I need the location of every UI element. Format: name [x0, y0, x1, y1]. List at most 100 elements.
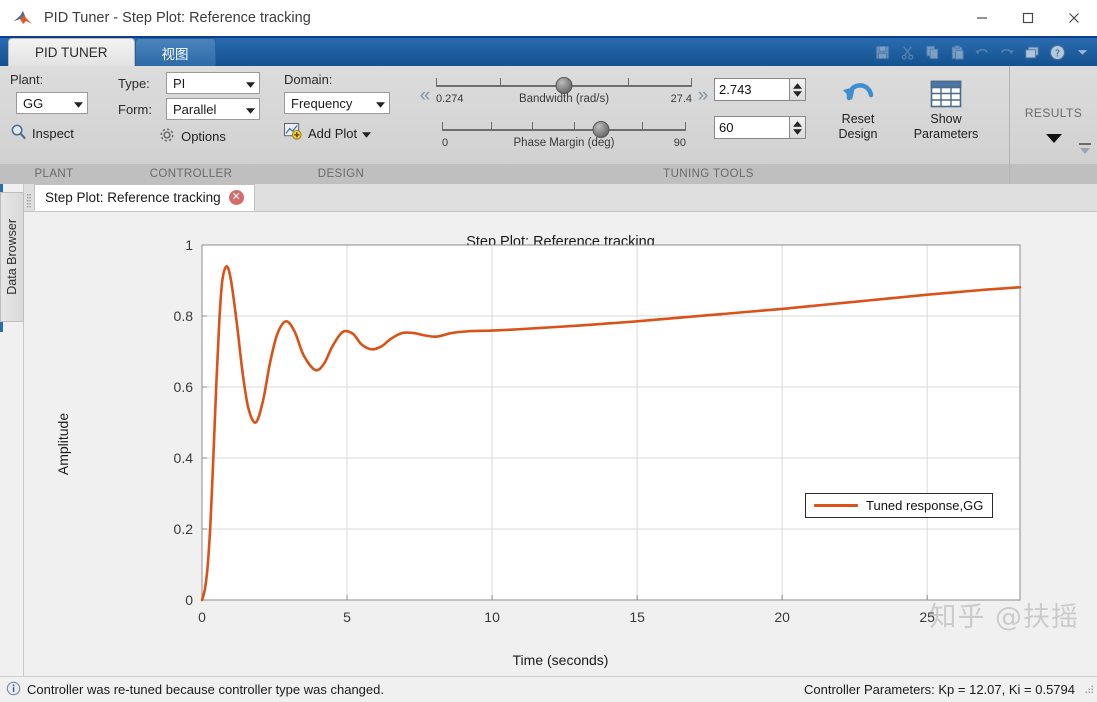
inspect-button[interactable]: Inspect: [10, 123, 100, 143]
options-button[interactable]: Options: [118, 126, 266, 147]
domain-value: Frequency: [291, 95, 353, 111]
bandwidth-caption: Bandwidth (rad/s): [518, 93, 610, 105]
step-plot: Step Plot: Reference tracking Amplitude …: [24, 212, 1097, 676]
svg-text:0.2: 0.2: [174, 521, 194, 537]
minimize-icon[interactable]: [959, 0, 1005, 36]
legend-label: Tuned response,GG: [866, 498, 984, 513]
phase-margin-slider-thumb[interactable]: [592, 121, 610, 138]
reset-design-button[interactable]: Reset Design: [820, 74, 896, 142]
document-tab-step-plot[interactable]: Step Plot: Reference tracking ✕: [34, 184, 255, 211]
add-plot-button[interactable]: Add Plot: [284, 123, 400, 143]
bandwidth-slider[interactable]: 0.274 Bandwidth (rad/s) 27.4: [436, 74, 692, 118]
controller-form-value: Parallel: [173, 101, 217, 117]
status-message-container: Controller was re-tuned because controll…: [6, 681, 384, 699]
svg-text:15: 15: [629, 609, 645, 625]
layout-icon[interactable]: [1021, 41, 1043, 63]
watermark: 知乎 @扶摇: [929, 602, 1079, 633]
bandwidth-spinner-buttons[interactable]: [789, 78, 806, 101]
chevron-down-icon: [238, 76, 255, 91]
type-label: Type:: [118, 75, 150, 91]
close-icon[interactable]: [1051, 0, 1097, 36]
ribbon-group-tuning-tools: « 0.274 Bandwidth (rad/s) 27.4 » 0 Phase…: [408, 66, 1009, 184]
phase-margin-slider[interactable]: 0 Phase Margin (deg) 90: [442, 118, 686, 158]
controller-parameters: Controller Parameters: Kp = 12.07, Ki = …: [804, 682, 1075, 697]
paste-icon[interactable]: [946, 41, 968, 63]
phase-margin-max: 90: [673, 137, 686, 149]
svg-text:?: ?: [1054, 48, 1059, 59]
data-browser-label: Data Browser: [5, 219, 19, 295]
results-title: RESULTS: [1024, 106, 1083, 120]
svg-text:0.6: 0.6: [174, 379, 194, 395]
plant-label: Plant:: [10, 72, 44, 87]
plant-select-value: GG: [23, 95, 44, 111]
matlab-membrane-icon: [8, 9, 38, 27]
main-area: Data Browser Step Plot: Reference tracki…: [0, 184, 1097, 676]
document-tab-label: Step Plot: Reference tracking: [45, 190, 221, 205]
data-browser-panel: Data Browser: [0, 184, 24, 676]
cut-icon[interactable]: [896, 41, 918, 63]
gear-icon: [158, 126, 176, 147]
add-plot-icon: [284, 123, 303, 143]
table-icon: [929, 76, 963, 112]
bandwidth-slider-row: « 0.274 Bandwidth (rad/s) 27.4 »: [414, 74, 714, 118]
decrease-bandwidth-icon[interactable]: «: [414, 85, 436, 107]
ribbon-group-plant-title: PLANT: [0, 164, 108, 184]
show-parameters-label-line2: Parameters: [913, 127, 979, 141]
bandwidth-max: 27.4: [670, 93, 692, 105]
tab-drag-grip-icon[interactable]: [24, 191, 34, 211]
title-bar: PID Tuner - Step Plot: Reference trackin…: [0, 0, 1097, 38]
ribbon-group-plant: Plant: GG Inspect PLANT: [0, 66, 108, 184]
maximize-icon[interactable]: [1005, 0, 1051, 36]
close-tab-icon[interactable]: ✕: [228, 190, 244, 205]
bandwidth-slider-thumb[interactable]: [555, 77, 573, 94]
svg-text:0.4: 0.4: [174, 450, 194, 466]
svg-text:0.8: 0.8: [174, 308, 194, 324]
document-tab-bar: Step Plot: Reference tracking ✕: [24, 184, 1097, 212]
document-area: Step Plot: Reference tracking ✕ Step Plo…: [24, 184, 1097, 676]
phase-margin-spinner-buttons[interactable]: [789, 116, 806, 139]
tab-view[interactable]: 视图: [134, 38, 216, 66]
phase-margin-caption: Phase Margin (deg): [513, 137, 615, 149]
results-dropdown-icon[interactable]: [1045, 130, 1062, 148]
svg-text:10: 10: [484, 609, 500, 625]
increase-bandwidth-icon[interactable]: »: [692, 85, 714, 107]
controller-type-select[interactable]: PI: [166, 72, 260, 94]
phase-margin-spinner[interactable]: [714, 116, 806, 139]
show-parameters-button[interactable]: Show Parameters: [904, 74, 988, 142]
status-bar: Controller was re-tuned because controll…: [0, 676, 1097, 702]
sidebar-item-data-browser[interactable]: Data Browser: [0, 192, 24, 322]
chevron-down-icon: [238, 102, 255, 117]
domain-label: Domain:: [284, 72, 333, 87]
controller-form-select[interactable]: Parallel: [166, 98, 260, 120]
phase-margin-input[interactable]: [714, 116, 789, 139]
bandwidth-spinner[interactable]: [714, 78, 806, 101]
plant-select[interactable]: GG: [16, 92, 88, 114]
form-label: Form:: [118, 101, 152, 117]
svg-text:1: 1: [185, 237, 193, 253]
help-icon[interactable]: ?: [1046, 41, 1068, 63]
bandwidth-input[interactable]: [714, 78, 789, 101]
plot-legend[interactable]: Tuned response,GG: [805, 493, 994, 518]
chevron-down-icon: [362, 126, 372, 141]
resize-grip-icon[interactable]: [1083, 682, 1095, 700]
ribbon: Plant: GG Inspect PLANT Type: PI Form: P…: [0, 66, 1097, 184]
plot-container: Step Plot: Reference tracking Amplitude …: [24, 212, 1097, 676]
undo-icon[interactable]: [971, 41, 993, 63]
ribbon-group-controller: Type: PI Form: Parallel Options CONTROLL…: [108, 66, 274, 184]
svg-text:0: 0: [198, 609, 206, 625]
tab-pid-tuner[interactable]: PID TUNER: [8, 38, 135, 66]
magnifier-icon: [10, 123, 27, 143]
collapse-ribbon-icon[interactable]: [1077, 142, 1093, 161]
chevron-down-icon: [368, 96, 385, 111]
svg-text:20: 20: [774, 609, 790, 625]
chevron-down-icon[interactable]: [1071, 41, 1093, 63]
copy-icon[interactable]: [921, 41, 943, 63]
redo-icon[interactable]: [996, 41, 1018, 63]
inspect-label: Inspect: [32, 125, 74, 141]
chevron-down-icon: [66, 96, 83, 111]
undo-arrow-icon: [840, 76, 876, 112]
add-plot-label: Add Plot: [308, 125, 358, 141]
controller-type-value: PI: [173, 75, 186, 91]
domain-select[interactable]: Frequency: [284, 92, 390, 114]
save-icon[interactable]: [871, 41, 893, 63]
